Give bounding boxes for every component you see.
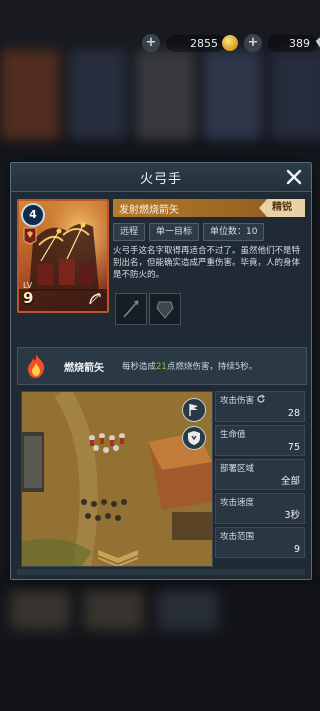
tag-unit-count: 单位数：10 — [203, 223, 265, 241]
tag-range-type: 远程 — [113, 223, 146, 241]
gem-amount: 389 — [268, 34, 318, 52]
scroll-indicator[interactable] — [17, 569, 305, 575]
stat-value: 全部 — [280, 476, 300, 487]
unit-description: 火弓手这名字取得再适合不过了。虽然他们不是特别出名，但能确实造成严重伤害。毕竟，… — [113, 246, 301, 280]
rank-badge: 4 — [21, 203, 45, 227]
reload-icon — [257, 394, 265, 403]
stat-value: 28 — [287, 408, 300, 419]
add-gems-button[interactable]: + — [244, 34, 262, 52]
close-icon[interactable] — [283, 166, 305, 188]
gem-counter: + 389 — [244, 30, 320, 56]
stat-attack-damage: 攻击伤害 28 — [215, 391, 305, 422]
faction-banner-icon — [23, 227, 37, 245]
stat-deploy-area: 部署区域 全部 — [215, 459, 305, 490]
shield-icon — [188, 431, 200, 445]
stat-value: 75 — [287, 442, 300, 453]
skill-icon-box — [18, 348, 54, 384]
equipment-slot-arrow[interactable] — [115, 293, 147, 325]
ability-bar: 发射燃烧箭矢 精锐 — [113, 199, 305, 217]
coin-icon — [222, 35, 238, 51]
fire-icon — [28, 354, 45, 378]
preview-flag-button[interactable] — [182, 398, 206, 422]
stat-health: 生命值 75 — [215, 425, 305, 456]
stat-label: 攻击范围 — [220, 532, 255, 542]
modal-header: 火弓手 — [11, 163, 311, 192]
stat-value: 9 — [293, 544, 300, 555]
skill-description: 每秒造成21点燃烧伤害，持续5秒。 — [122, 362, 258, 372]
unit-level: 9 — [23, 289, 34, 307]
battle-preview[interactable] — [21, 391, 213, 567]
flag-icon — [189, 404, 198, 416]
stat-label: 生命值 — [220, 430, 246, 440]
coin-amount: 2855 — [166, 34, 226, 52]
currency-bar: + 2855 + 389 — [0, 30, 320, 58]
rank-tag: 精锐 — [259, 199, 305, 217]
unit-tags: 远程 单一目标 单位数：10 — [113, 223, 265, 241]
stat-value: 3秒 — [284, 510, 300, 521]
stat-label: 攻击伤害 — [220, 396, 255, 406]
add-coins-button[interactable]: + — [142, 34, 160, 52]
stat-attack-range: 攻击范围 9 — [215, 527, 305, 558]
ability-name: 发射燃烧箭矢 — [119, 205, 179, 216]
chevron-down-icon[interactable] — [94, 546, 142, 567]
coin-counter: + 2855 — [142, 30, 238, 56]
unit-card[interactable]: 4 LV 9 — [17, 199, 109, 313]
skill-name: 燃烧箭矢 — [64, 363, 104, 374]
stat-label: 部署区域 — [220, 464, 255, 474]
tag-target-type: 单一目标 — [149, 223, 200, 241]
stat-attack-speed: 攻击速度 3秒 — [215, 493, 305, 524]
skill-damage-value: 21 — [156, 362, 167, 372]
stat-label: 攻击速度 — [220, 498, 255, 508]
modal-title: 火弓手 — [139, 172, 182, 187]
gem-icon — [315, 37, 320, 48]
unit-detail-modal: 火弓手 4 LV 9 发射燃烧箭矢 精锐 远程 单一目标 单位数：10 火弓手这… — [10, 162, 312, 580]
preview-shield-button[interactable] — [182, 426, 206, 450]
skill-row[interactable]: 燃烧箭矢 每秒造成21点燃烧伤害，持续5秒。 — [17, 347, 307, 385]
equipment-slot-armor[interactable] — [149, 293, 181, 325]
bow-icon — [89, 293, 101, 305]
